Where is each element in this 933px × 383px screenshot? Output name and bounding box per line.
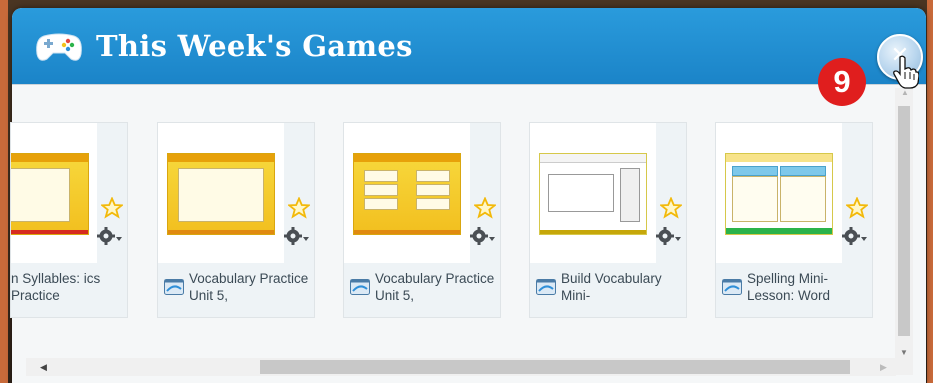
star-icon[interactable] xyxy=(288,197,310,219)
scroll-down-icon[interactable]: ▼ xyxy=(900,348,908,357)
thumbnail-panel xyxy=(732,176,778,222)
star-icon[interactable] xyxy=(474,197,496,219)
thumbnail-header xyxy=(168,154,274,162)
game-label-area: Spelling Mini-Lesson: Word xyxy=(716,263,872,317)
thumbnail-footer xyxy=(354,230,460,234)
thumbnail-panel xyxy=(364,170,398,182)
game-window-icon xyxy=(722,279,742,295)
game-thumbnail-area xyxy=(158,123,283,263)
game-label-area: n Syllables: ics Practice xyxy=(11,263,127,317)
horizontal-scroll-thumb[interactable] xyxy=(260,360,850,374)
scroll-right-icon[interactable]: ▶ xyxy=(880,362,887,373)
gear-dropdown-icon[interactable] xyxy=(656,227,682,245)
thumbnail-footer xyxy=(168,230,274,234)
game-card[interactable]: Vocabulary Practice Unit 5, xyxy=(157,122,315,318)
game-title[interactable]: n Syllables: ics Practice xyxy=(11,270,127,304)
gear-dropdown-icon[interactable] xyxy=(470,227,496,245)
thumbnail-footer xyxy=(11,230,88,234)
vertical-scroll-thumb[interactable] xyxy=(898,106,910,336)
game-thumbnail xyxy=(11,153,89,235)
star-icon[interactable] xyxy=(846,197,868,219)
dialog-title: This Week's Games xyxy=(96,29,413,63)
scroll-up-icon[interactable]: ▲ xyxy=(901,88,909,97)
thumbnail-panel xyxy=(178,168,264,222)
thumbnail-panel xyxy=(11,168,70,222)
game-thumbnail-area xyxy=(716,123,841,263)
game-label-area: Vocabulary Practice Unit 5, xyxy=(158,263,314,317)
thumbnail-panel xyxy=(416,184,450,196)
game-card[interactable]: Vocabulary Practice Unit 5, xyxy=(343,122,501,318)
game-thumbnail-area xyxy=(530,123,655,263)
gear-dropdown-icon[interactable] xyxy=(842,227,868,245)
thumbnail-footer xyxy=(726,228,832,234)
dialog-titlebar: This Week's Games xyxy=(12,8,926,84)
thumbnail-footer xyxy=(540,230,646,234)
game-card[interactable]: n Syllables: ics Practice xyxy=(10,122,128,318)
thumbnail-header xyxy=(11,154,88,162)
game-card[interactable]: Spelling Mini-Lesson: Word xyxy=(715,122,873,318)
game-title[interactable]: Build Vocabulary Mini- xyxy=(561,270,681,304)
vertical-scrollbar[interactable]: ▲ ▼ xyxy=(895,88,913,375)
thumbnail-panel xyxy=(364,184,398,196)
hand-pointer-icon xyxy=(893,55,919,89)
thumbnail-header xyxy=(726,154,832,162)
thumbnail-panel xyxy=(780,166,826,176)
thumbnail-panel xyxy=(780,176,826,222)
background-edge xyxy=(0,0,8,383)
thumbnail-panel xyxy=(364,198,398,210)
background-edge xyxy=(927,0,933,383)
star-icon[interactable] xyxy=(101,197,123,219)
game-label-area: Build Vocabulary Mini- xyxy=(530,263,686,317)
game-title[interactable]: Spelling Mini-Lesson: Word xyxy=(747,270,867,304)
game-thumbnail xyxy=(539,153,647,235)
game-thumbnail xyxy=(353,153,461,235)
game-title[interactable]: Vocabulary Practice Unit 5, xyxy=(375,270,495,304)
thumbnail-panel xyxy=(548,174,614,212)
gear-dropdown-icon[interactable] xyxy=(97,227,123,245)
thumbnail-panel xyxy=(416,170,450,182)
horizontal-scrollbar[interactable]: ◀ ▶ xyxy=(26,358,896,376)
game-thumbnail-area xyxy=(344,123,469,263)
thumbnail-panel xyxy=(620,168,640,222)
scroll-left-icon[interactable]: ◀ xyxy=(40,362,47,373)
game-thumbnail xyxy=(167,153,275,235)
game-title[interactable]: Vocabulary Practice Unit 5, xyxy=(189,270,309,304)
star-icon[interactable] xyxy=(660,197,682,219)
thumbnail-panel xyxy=(732,166,778,176)
step-number-badge: 9 xyxy=(818,58,866,106)
game-thumbnail-area xyxy=(11,123,97,263)
game-window-icon xyxy=(536,279,556,295)
game-card[interactable]: Build Vocabulary Mini- xyxy=(529,122,687,318)
game-controller-icon xyxy=(36,33,82,61)
game-label-area: Vocabulary Practice Unit 5, xyxy=(344,263,500,317)
game-thumbnail xyxy=(725,153,833,235)
thumbnail-panel xyxy=(416,198,450,210)
game-window-icon xyxy=(164,279,184,295)
gear-dropdown-icon[interactable] xyxy=(284,227,310,245)
game-window-icon xyxy=(350,279,370,295)
thumbnail-header xyxy=(540,154,646,163)
thumbnail-header xyxy=(354,154,460,162)
